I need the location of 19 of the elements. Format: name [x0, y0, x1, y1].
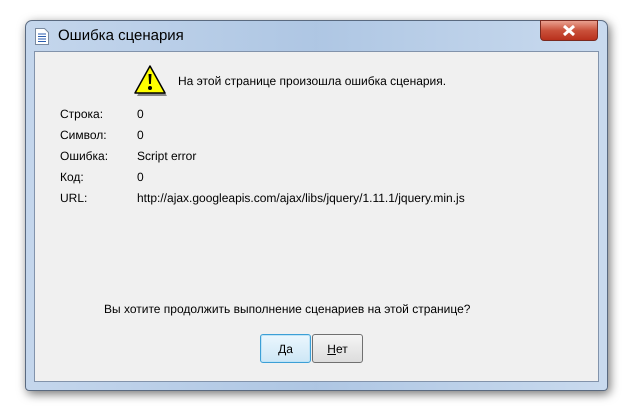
- dialog-button[interactable]: Нет: [312, 334, 363, 363]
- close-button[interactable]: [540, 20, 598, 41]
- detail-label: Ошибка:: [60, 149, 110, 164]
- detail-value: http://ajax.googleapis.com/ajax/libs/jquery/1.11.1/jquery.min.js: [137, 191, 466, 206]
- warning-icon: [134, 65, 168, 97]
- detail-label: Строка:: [60, 107, 104, 122]
- detail-value: 0: [137, 107, 145, 122]
- detail-value: Script error: [137, 149, 198, 164]
- error-message: На этой странице произошла ошибка сценария.: [178, 73, 446, 90]
- dialog-button[interactable]: Да: [260, 334, 311, 363]
- window-title: Ошибка сценария: [58, 26, 184, 46]
- question-text: Вы хотите продолжить выполнение сценариев на этой странице?: [104, 301, 472, 318]
- detail-label: Символ:: [60, 128, 108, 143]
- detail-value: 0: [137, 128, 145, 143]
- close-icon: [562, 25, 576, 36]
- document-icon: [35, 28, 49, 44]
- detail-label: Код:: [60, 170, 85, 185]
- detail-value: 0: [137, 170, 145, 185]
- detail-label: URL:: [60, 191, 88, 206]
